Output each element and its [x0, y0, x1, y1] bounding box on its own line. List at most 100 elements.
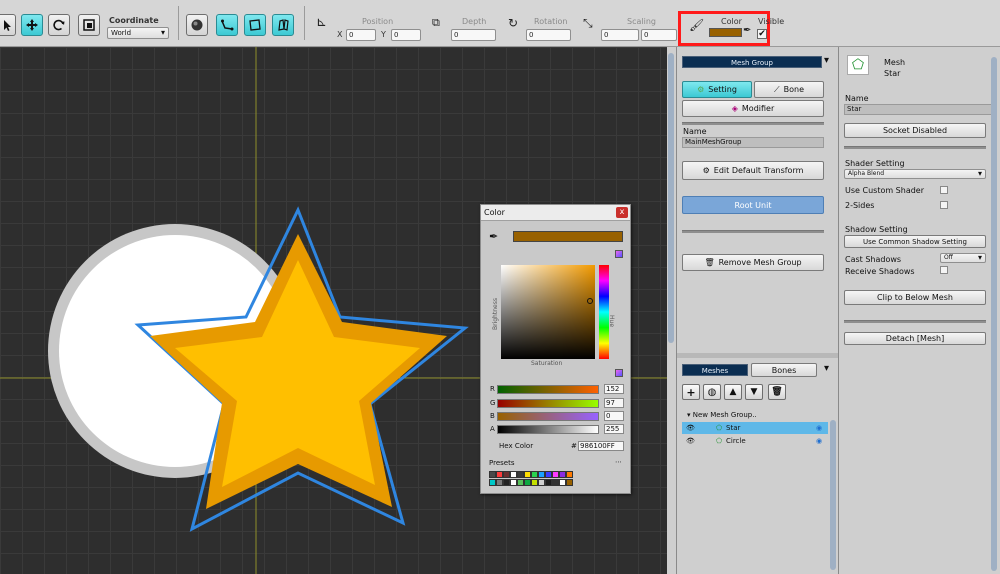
clipping-icon[interactable]: ◉	[816, 422, 822, 434]
preset-swatch[interactable]	[489, 471, 496, 478]
preset-swatch[interactable]	[538, 471, 545, 478]
select-tool-button[interactable]	[0, 14, 16, 36]
move-up-button[interactable]: ▲	[724, 384, 742, 400]
preset-swatch[interactable]	[524, 479, 531, 486]
move-tool-button[interactable]	[21, 14, 43, 36]
eye-icon[interactable]: 👁	[686, 435, 695, 447]
color-picker-titlebar[interactable]: Color x	[481, 205, 630, 221]
preset-swatch[interactable]	[545, 471, 552, 478]
tab-setting[interactable]: ⚙ Setting	[682, 81, 752, 98]
two-sides-checkbox[interactable]	[940, 201, 948, 209]
tab-bones[interactable]: Bones	[751, 363, 817, 377]
remove-mesh-group-button[interactable]: 🗑 Remove Mesh Group	[682, 254, 824, 271]
rotation-input[interactable]: 0	[526, 29, 571, 41]
list-item[interactable]: 👁 ⬠ Circle ◉	[682, 435, 828, 447]
preset-swatch[interactable]	[489, 479, 496, 486]
mesh-group-name-field[interactable]: MainMeshGroup	[682, 137, 824, 148]
red-slider[interactable]	[497, 385, 599, 394]
saturation-brightness-field[interactable]	[501, 265, 595, 359]
position-y-input[interactable]: 0	[391, 29, 421, 41]
add-button[interactable]: +	[682, 384, 700, 400]
color-cursor[interactable]	[587, 298, 593, 304]
delete-button[interactable]: 🗑	[768, 384, 786, 400]
mesh-name-field[interactable]: Star	[844, 104, 992, 115]
receive-shadows-checkbox[interactable]	[940, 266, 948, 274]
root-unit-button[interactable]: Root Unit	[682, 196, 824, 214]
list-dropdown-icon[interactable]: ▾	[824, 363, 829, 374]
green-slider[interactable]	[497, 399, 599, 408]
presets-menu-icon[interactable]: ⋯	[615, 458, 622, 466]
physics-view-button[interactable]	[272, 14, 294, 36]
header-dropdown-icon[interactable]: ▾	[824, 55, 829, 66]
preset-swatch[interactable]	[538, 479, 545, 486]
green-value[interactable]: 97	[604, 398, 624, 408]
custom-shader-checkbox[interactable]	[940, 186, 948, 194]
clip-to-below-mesh-button[interactable]: Clip to Below Mesh	[844, 290, 986, 305]
eyedropper-icon[interactable]: ✒	[743, 25, 751, 36]
alpha-slider[interactable]	[497, 425, 599, 434]
alpha-value[interactable]: 255	[604, 424, 624, 434]
preset-swatch[interactable]	[524, 471, 531, 478]
scale-tool-button[interactable]	[78, 14, 100, 36]
blue-value[interactable]: 0	[604, 411, 624, 421]
cast-shadows-dropdown[interactable]: Off	[940, 253, 986, 263]
socket-disabled-button[interactable]: Socket Disabled	[844, 123, 986, 138]
preset-swatch[interactable]	[566, 479, 573, 486]
preset-swatch[interactable]	[503, 479, 510, 486]
preset-swatch[interactable]	[552, 471, 559, 478]
preset-swatch[interactable]	[517, 479, 524, 486]
preset-swatch[interactable]	[531, 479, 538, 486]
preset-swatch[interactable]	[559, 471, 566, 478]
panel-splitter[interactable]	[677, 353, 839, 358]
edit-default-transform-button[interactable]: ⚙ Edit Default Transform	[682, 161, 824, 180]
hex-input[interactable]: 986100FF	[578, 441, 624, 451]
depth-input[interactable]: 0	[451, 29, 496, 41]
detach-mesh-button[interactable]: Detach [Mesh]	[844, 332, 986, 345]
canvas-scrollbar-thumb[interactable]	[668, 53, 674, 343]
preset-swatch[interactable]	[510, 471, 517, 478]
bone-view-button[interactable]	[216, 14, 238, 36]
list-item[interactable]: 👁 ⬠ Star ◉	[682, 422, 828, 434]
preset-swatch[interactable]	[496, 471, 503, 478]
clipping-icon[interactable]: ◉	[816, 435, 822, 447]
shader-dropdown[interactable]: Alpha Blend	[844, 169, 986, 179]
scaling-y-input[interactable]: 0	[641, 29, 677, 41]
visible-checkbox[interactable]: ✔	[757, 29, 767, 39]
properties-scrollbar-thumb[interactable]	[991, 57, 997, 571]
mesh-view-button[interactable]	[186, 14, 208, 36]
move-down-button[interactable]: ▼	[745, 384, 763, 400]
preset-swatch[interactable]	[559, 479, 566, 486]
canvas-scrollbar-track[interactable]	[667, 47, 676, 574]
tree-root[interactable]: ▾ New Mesh Group..	[687, 409, 757, 421]
preset-swatch[interactable]	[566, 471, 573, 478]
mesh-group-header[interactable]: Mesh Group	[682, 56, 822, 68]
preset-swatch[interactable]	[552, 479, 559, 486]
preset-swatch[interactable]	[503, 471, 510, 478]
scene-canvas[interactable]: Color x ✒ Brightness Hue Saturation R 15…	[0, 47, 667, 574]
red-value[interactable]: 152	[604, 384, 624, 394]
eye-icon[interactable]: 👁	[686, 422, 695, 434]
preset-swatch[interactable]	[510, 479, 517, 486]
eyedropper-icon[interactable]: ✒	[489, 230, 498, 243]
preset-swatch[interactable]	[531, 471, 538, 478]
preset-swatch[interactable]	[517, 471, 524, 478]
tab-meshes[interactable]: Meshes	[682, 364, 748, 376]
preset-swatch[interactable]	[545, 479, 552, 486]
color-swatch[interactable]	[709, 28, 742, 37]
position-x-input[interactable]: 0	[346, 29, 376, 41]
list-scrollbar-thumb[interactable]	[830, 420, 836, 570]
scaling-x-input[interactable]: 0	[601, 29, 639, 41]
coordinate-dropdown[interactable]: World	[107, 27, 169, 39]
outline-view-button[interactable]	[244, 14, 266, 36]
close-button[interactable]: x	[616, 207, 628, 218]
duplicate-button[interactable]: ◍	[703, 384, 721, 400]
rotate-tool-button[interactable]	[48, 14, 70, 36]
use-common-shadow-button[interactable]: Use Common Shadow Setting	[844, 235, 986, 248]
color-picker-window[interactable]: Color x ✒ Brightness Hue Saturation R 15…	[480, 204, 631, 494]
palette-mode-icon[interactable]	[615, 250, 623, 258]
preset-swatch[interactable]	[496, 479, 503, 486]
blue-slider[interactable]	[497, 412, 599, 421]
modifier-button[interactable]: ◈ Modifier	[682, 100, 824, 117]
tab-bone[interactable]: ⟋ Bone	[754, 81, 824, 98]
slider-mode-icon[interactable]	[615, 369, 623, 377]
